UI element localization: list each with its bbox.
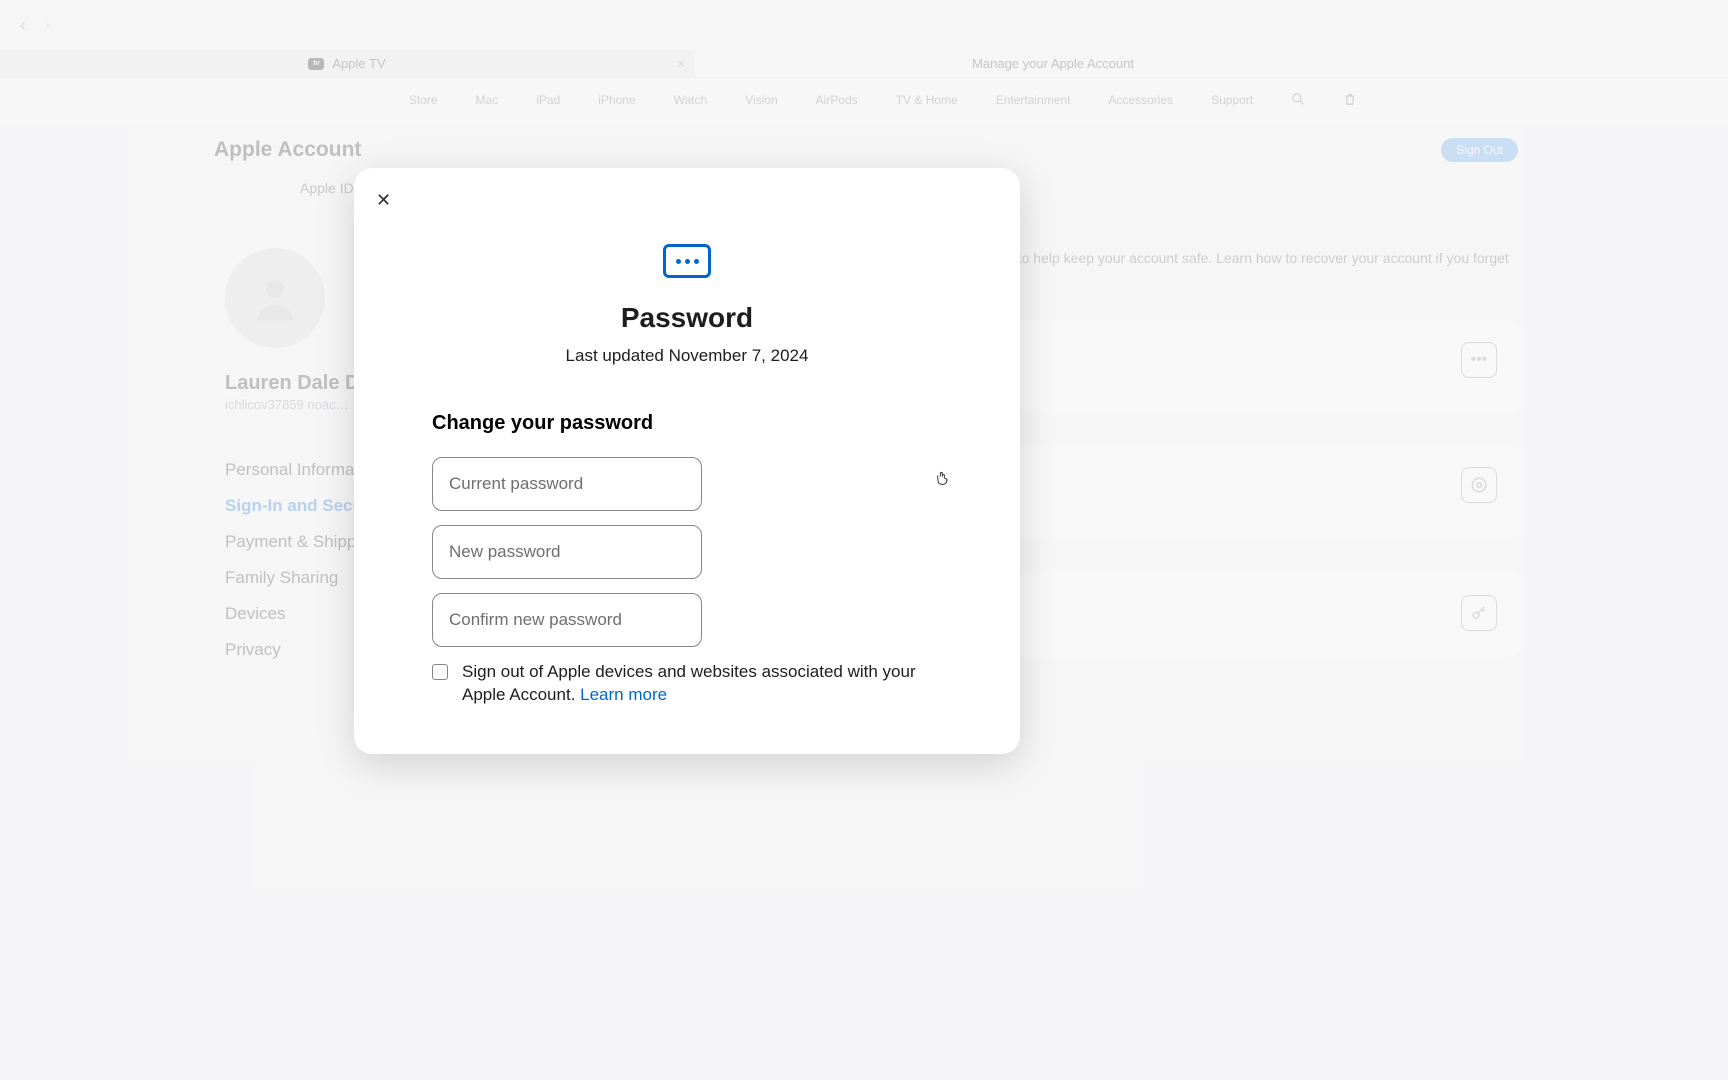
current-password-input[interactable] <box>432 457 702 511</box>
change-password-heading: Change your password <box>432 412 942 435</box>
new-password-input[interactable] <box>432 525 702 579</box>
modal-last-updated: Last updated November 7, 2024 <box>432 346 942 366</box>
password-modal: ✕ Password Last updated November 7, 2024… <box>354 168 1020 754</box>
password-dots-icon <box>663 244 711 278</box>
close-icon: ✕ <box>376 190 391 210</box>
checkbox-label: Sign out of Apple devices and websites a… <box>462 661 942 707</box>
signout-checkbox-row: Sign out of Apple devices and websites a… <box>432 661 942 707</box>
modal-title: Password <box>432 302 942 334</box>
learn-more-link[interactable]: Learn more <box>580 685 667 704</box>
close-button[interactable]: ✕ <box>376 190 391 211</box>
signout-checkbox[interactable] <box>432 664 448 680</box>
confirm-password-input[interactable] <box>432 593 702 647</box>
checkbox-text: Sign out of Apple devices and websites a… <box>462 662 916 704</box>
